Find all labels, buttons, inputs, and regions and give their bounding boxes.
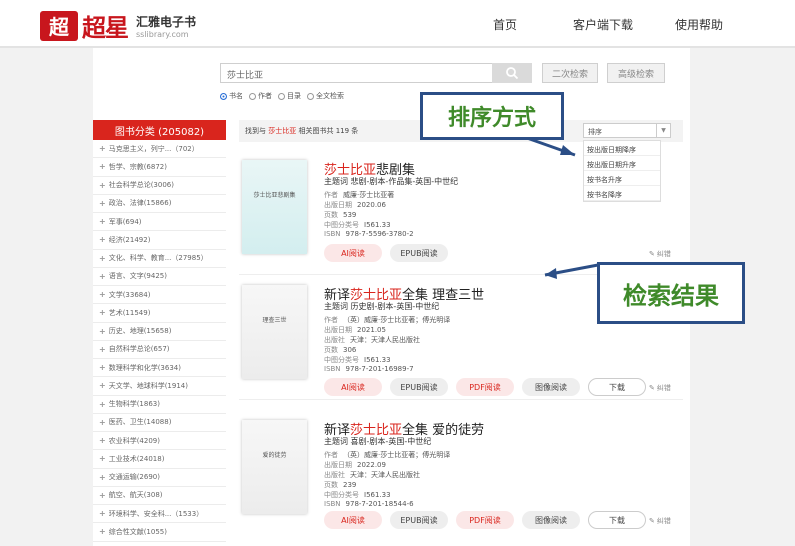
- arrowhead-icon: [560, 145, 575, 155]
- sort-callout: 排序方式: [420, 92, 564, 140]
- results-callout: 检索结果: [597, 262, 745, 324]
